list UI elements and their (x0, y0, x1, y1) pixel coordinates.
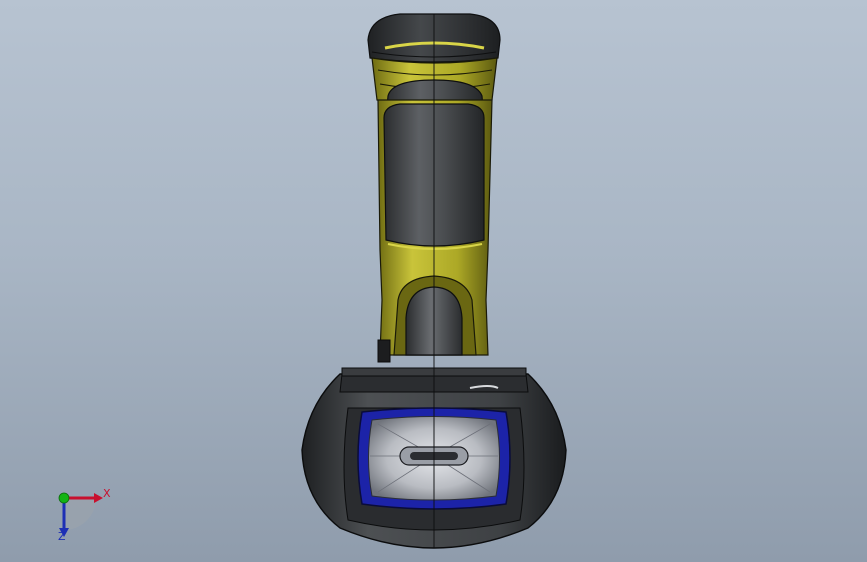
orientation-triad (58, 492, 103, 537)
y-axis-point-icon (58, 492, 70, 504)
x-axis-label: X (103, 487, 111, 500)
z-axis-label: Z (58, 530, 66, 543)
triad-plane-icon (64, 498, 96, 530)
graphics-viewport[interactable]: X Z (0, 0, 867, 562)
scanner-3d-model[interactable] (0, 0, 867, 562)
